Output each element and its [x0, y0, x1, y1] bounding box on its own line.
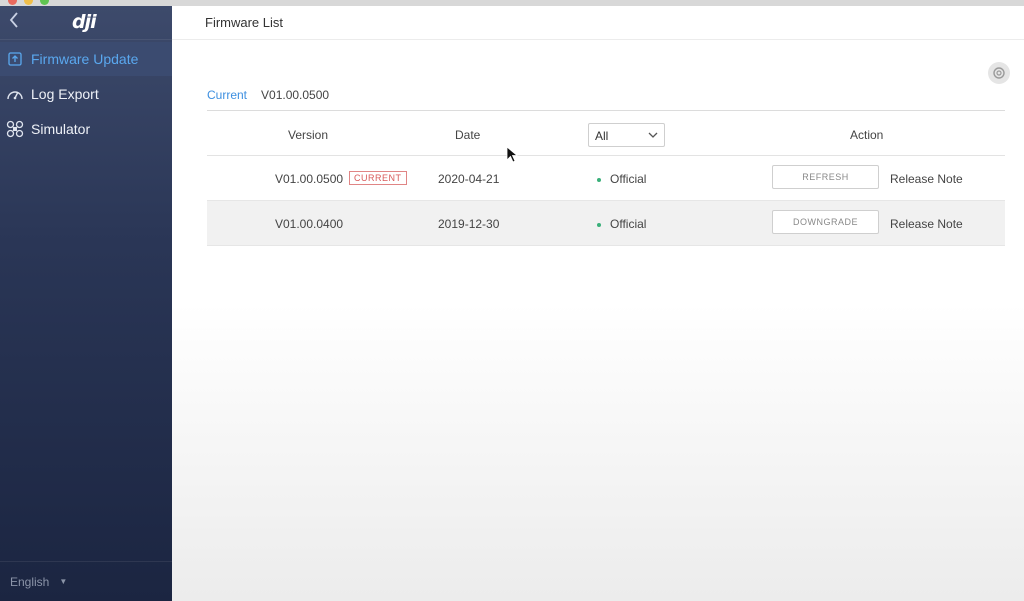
- release-note-link[interactable]: Release Note: [890, 172, 963, 186]
- dji-logo: dji: [72, 11, 97, 33]
- sidebar-header: dji: [0, 6, 172, 40]
- current-badge: CURRENT: [349, 171, 407, 185]
- topbar: Firmware List: [172, 6, 1024, 40]
- chevron-left-icon: [9, 12, 18, 28]
- back-button[interactable]: [8, 11, 20, 33]
- downgrade-button[interactable]: DOWNGRADE: [772, 210, 879, 234]
- type-filter-select[interactable]: All: [588, 123, 665, 147]
- table-header: Version Date All Action: [207, 110, 1005, 156]
- row-date: 2019-12-30: [438, 217, 500, 231]
- window-maximize-button[interactable]: [40, 0, 49, 5]
- column-date: Date: [455, 128, 481, 142]
- refresh-button[interactable]: REFRESH: [772, 165, 879, 189]
- table-row: V01.00.0500 CURRENT 2020-04-21 Official …: [207, 156, 1005, 201]
- status-dot: [597, 177, 601, 182]
- sidebar-item-simulator[interactable]: Simulator: [0, 112, 172, 146]
- row-type: Official: [597, 172, 646, 186]
- sidebar: dji Firmware Update Log Export Simulator…: [0, 6, 172, 601]
- current-version: Current V01.00.0500: [207, 88, 329, 102]
- sidebar-item-label: Firmware Update: [31, 51, 139, 67]
- release-note-link[interactable]: Release Note: [890, 217, 963, 231]
- settings-button[interactable]: [988, 62, 1010, 84]
- mouse-cursor-icon: [506, 146, 519, 169]
- language-selector[interactable]: English ▼: [0, 561, 172, 601]
- page-title: Firmware List: [205, 15, 284, 30]
- sidebar-item-log-export[interactable]: Log Export: [0, 77, 172, 111]
- row-type-label: Official: [610, 217, 647, 231]
- column-version: Version: [288, 128, 329, 142]
- row-version: V01.00.0500: [275, 172, 344, 186]
- chevron-down-icon: [648, 132, 658, 138]
- row-type: Official: [597, 217, 646, 231]
- table-row: V01.00.0400 2019-12-30 Official DOWNGRAD…: [207, 201, 1005, 246]
- column-action: Action: [850, 128, 884, 142]
- language-label: English: [10, 574, 50, 589]
- row-version: V01.00.0400: [275, 217, 344, 231]
- sidebar-item-label: Log Export: [31, 86, 99, 102]
- firmware-icon: [6, 50, 24, 68]
- current-label: Current: [207, 88, 248, 102]
- filter-value: All: [595, 129, 609, 143]
- window-close-button[interactable]: [8, 0, 17, 5]
- main-panel: Firmware List Current V01.00.0500 Version…: [172, 6, 1024, 601]
- window-minimize-button[interactable]: [24, 0, 33, 5]
- status-dot: [597, 222, 601, 227]
- settings-gear-icon: [993, 67, 1005, 79]
- caret-down-icon: ▼: [59, 577, 68, 586]
- gauge-icon: [6, 85, 24, 103]
- current-version-value: V01.00.0500: [261, 88, 330, 102]
- row-date: 2020-04-21: [438, 172, 500, 186]
- sidebar-item-firmware-update[interactable]: Firmware Update: [0, 42, 172, 76]
- firmware-table: Version Date All Action V01.00.0500 CURR…: [207, 110, 1005, 246]
- row-type-label: Official: [610, 172, 647, 186]
- sidebar-item-label: Simulator: [31, 121, 91, 137]
- drone-icon: [6, 120, 24, 138]
